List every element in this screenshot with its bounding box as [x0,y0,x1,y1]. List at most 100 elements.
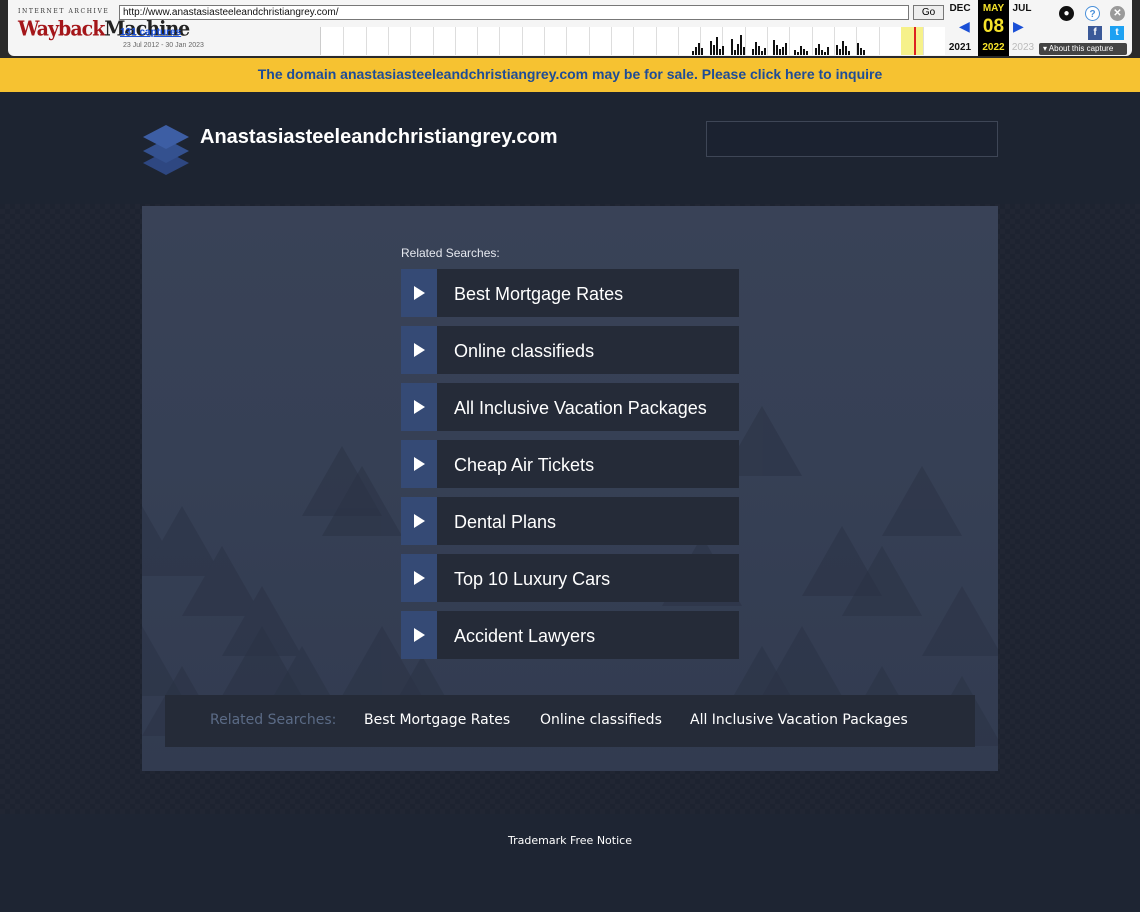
play-arrow-icon [414,457,425,471]
histogram-bar [695,47,697,55]
histogram-year-divider [544,27,545,55]
wayback-prev-month[interactable]: DEC [945,3,975,14]
bottom-related-link[interactable]: Best Mortgage Rates [364,712,510,728]
histogram-year-divider [633,27,635,55]
related-search-label: Online classifieds [454,341,595,361]
histogram-bar [860,48,862,55]
wayback-prev-year[interactable]: 2021 [945,42,975,53]
histogram-bar [824,52,826,55]
site-title[interactable]: Anastasiasteeleandchristiangrey.com [200,125,575,149]
item-tab [401,554,437,602]
histogram-bar [761,51,763,55]
related-search-item[interactable]: Cheap Air Tickets [401,440,739,488]
histogram-year-divider [410,27,412,55]
histogram-bar [806,51,808,55]
related-search-label: All Inclusive Vacation Packages [454,398,707,418]
histogram-bar [818,44,820,55]
about-capture-button[interactable]: ▾ About this capture [1039,43,1127,55]
related-search-item[interactable]: Accident Lawyers [401,611,739,659]
bottom-related-searches: Related Searches: Best Mortgage Rates On… [165,695,975,747]
wayback-go-button[interactable]: Go [913,5,944,20]
histogram-bar [713,45,715,55]
histogram-bar [692,51,694,55]
wayback-current-date: MAY 08 2022 [978,0,1009,56]
histogram-bar [848,51,850,55]
histogram-bar [719,49,721,55]
histogram-current-year [901,27,923,55]
site-logo-icon[interactable] [141,121,191,177]
close-icon[interactable]: ✕ [1110,6,1125,21]
wayback-logo[interactable]: INTERNET ARCHIVE WaybackMachine [18,8,190,42]
histogram-bar [734,50,736,55]
domain-for-sale-banner[interactable]: The domain anastasiasteeleandchristiangr… [0,58,1140,92]
histogram-year-divider [432,27,434,55]
histogram-bar [710,41,712,55]
histogram-bar [803,49,805,55]
facebook-icon[interactable]: f [1088,26,1102,40]
related-search-label: Accident Lawyers [454,626,596,646]
histogram-bar [701,48,703,55]
wayback-date-range: 23 Jul 2012 - 30 Jan 2023 [123,42,204,49]
histogram-bar [779,49,781,55]
histogram-bar [698,43,700,55]
related-search-item[interactable]: Top 10 Luxury Cars [401,554,739,602]
histogram-bar [764,48,766,55]
play-arrow-icon [414,514,425,528]
histogram-bar [821,50,823,55]
related-search-label: Top 10 Luxury Cars [454,569,611,589]
wayback-url-input[interactable]: http://www.anastasiasteeleandchristiangr… [119,5,909,20]
histogram-bar [752,49,754,55]
related-search-label: Cheap Air Tickets [454,455,595,475]
wayback-logo-text: WaybackMachine [18,17,190,42]
item-tab [401,269,437,317]
play-arrow-icon [414,628,425,642]
trademark-notice-link[interactable]: Trademark Free Notice [0,834,1140,847]
related-search-label: Best Mortgage Rates [454,284,624,304]
wayback-toolbar: INTERNET ARCHIVE WaybackMachine http://w… [0,0,1140,58]
related-search-item[interactable]: Online classifieds [401,326,739,374]
search-input[interactable] [706,121,998,157]
histogram-year-divider [499,27,501,55]
item-tab [401,611,437,659]
histogram-year-divider [923,27,925,55]
histogram-bar [827,47,829,55]
histogram-bar [731,39,733,55]
histogram-year-divider [477,27,479,55]
histogram-current-capture [914,27,916,55]
help-icon[interactable]: ? [1085,6,1100,21]
related-search-item[interactable]: All Inclusive Vacation Packages [401,383,739,431]
histogram-bar [863,50,865,55]
bottom-related-link[interactable]: Online classifieds [540,712,662,728]
related-search-item[interactable]: Dental Plans [401,497,739,545]
user-icon[interactable]: ● [1059,6,1074,21]
prev-capture-icon[interactable]: ◀ [959,18,970,35]
histogram-bar [716,37,718,55]
wayback-captures-link[interactable]: 131 captures [120,27,181,38]
wayback-cur-year: 2022 [982,42,1005,53]
histogram-year-divider [878,27,880,55]
histogram-bar [845,46,847,55]
next-capture-icon[interactable]: ▶ [1013,18,1024,35]
related-search-item[interactable]: Best Mortgage Rates [401,269,739,317]
histogram-year-divider [365,27,367,55]
item-tab [401,497,437,545]
wayback-next-month[interactable]: JUL [1007,3,1037,14]
histogram-bar [776,45,778,55]
play-arrow-icon [414,343,425,357]
related-search-label: Dental Plans [454,512,557,532]
wayback-cur-month: MAY [982,3,1005,14]
item-tab [401,326,437,374]
play-arrow-icon [414,286,425,300]
twitter-icon[interactable]: t [1110,26,1124,40]
histogram-year-divider [811,27,813,55]
histogram-bar [722,46,724,55]
about-capture-label: About this capture [1048,44,1114,53]
item-tab [401,383,437,431]
histogram-bar [842,41,844,55]
bottom-related-link[interactable]: All Inclusive Vacation Packages [690,712,908,728]
wayback-capture-histogram[interactable] [320,27,945,55]
histogram-year-divider [521,27,523,55]
histogram-year-divider [610,27,612,55]
histogram-year-divider [655,27,657,55]
related-searches-title: Related Searches: [401,246,500,260]
